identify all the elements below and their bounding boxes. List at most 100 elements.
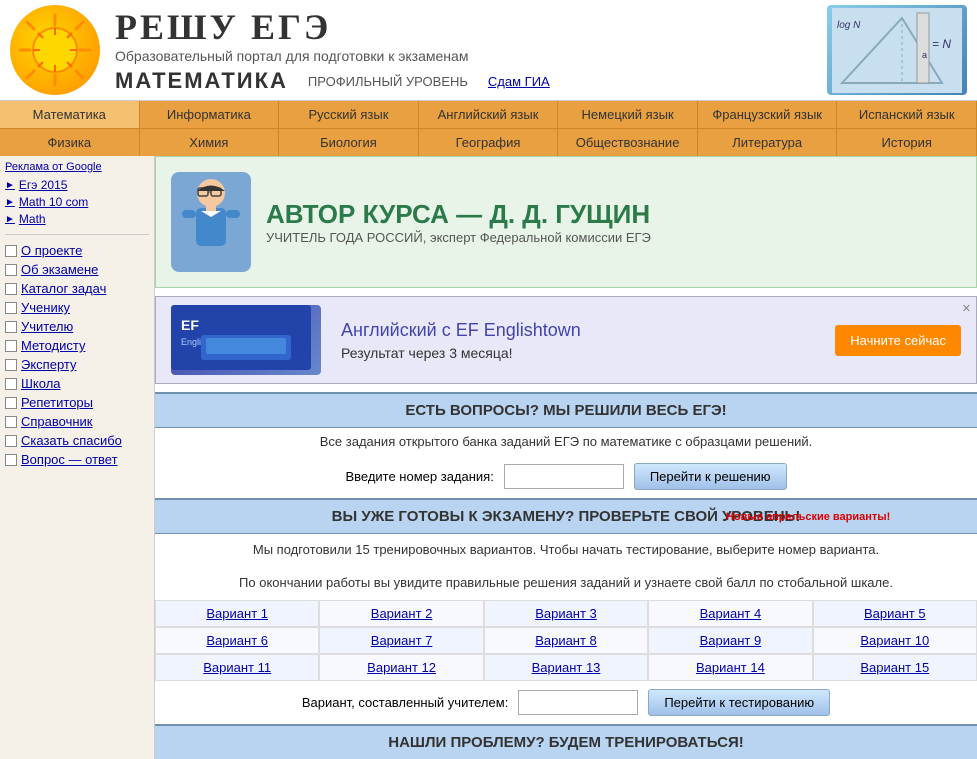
variant-1[interactable]: Вариант 1 [155, 600, 319, 627]
sidebar-link-tutors[interactable]: Репетиторы [5, 395, 149, 410]
variant-12[interactable]: Вариант 12 [319, 654, 483, 681]
sidebar-divider-1 [5, 234, 149, 235]
ef-close-button[interactable]: ✕ [962, 302, 971, 315]
nav-row-1: Математика Информатика Русский язык Англ… [0, 101, 977, 128]
ad-google-label[interactable]: Реклама от Google [5, 161, 149, 173]
header-text: РЕШУ ЕГЭ Образовательный портал для подг… [115, 6, 827, 94]
variant-6[interactable]: Вариант 6 [155, 627, 319, 654]
checkbox-catalog[interactable] [5, 283, 17, 295]
checkbox-tutors[interactable] [5, 397, 17, 409]
site-subtitle: Образовательный портал для подготовки к … [115, 48, 827, 64]
checkbox-thanks[interactable] [5, 435, 17, 447]
variant-5[interactable]: Вариант 5 [813, 600, 977, 627]
checkbox-about[interactable] [5, 245, 17, 257]
new-badge: Новые апрельские варианты! [726, 511, 890, 523]
ef-subtitle: Результат через 3 месяца! [341, 345, 835, 361]
checkbox-student[interactable] [5, 302, 17, 314]
nav-french[interactable]: Французский язык [698, 101, 838, 128]
nav-biology[interactable]: Биология [279, 129, 419, 156]
sidebar-ad-math10[interactable]: Math 10 com [5, 195, 149, 209]
section1-header: ЕСТЬ ВОПРОСЫ? МЫ РЕШИЛИ ВЕСЬ ЕГЭ! [155, 392, 977, 428]
variants-desc1: Мы подготовили 15 тренировочных варианто… [155, 534, 977, 567]
ef-title: Английский с EF Englishtown [341, 320, 835, 341]
variant-3[interactable]: Вариант 3 [484, 600, 648, 627]
checkbox-qa[interactable] [5, 454, 17, 466]
checkbox-reference[interactable] [5, 416, 17, 428]
nav-informatika[interactable]: Информатика [140, 101, 280, 128]
sidebar: Реклама от Google Егэ 2015 Math 10 com M… [0, 156, 155, 759]
sidebar-link-methodist[interactable]: Методисту [5, 338, 149, 353]
variant-10[interactable]: Вариант 10 [813, 627, 977, 654]
nav-physics[interactable]: Физика [0, 129, 140, 156]
nav-russian[interactable]: Русский язык [279, 101, 419, 128]
sidebar-link-school[interactable]: Школа [5, 376, 149, 391]
nav-german[interactable]: Немецкий язык [558, 101, 698, 128]
variant-15[interactable]: Вариант 15 [813, 654, 977, 681]
variant-8[interactable]: Вариант 8 [484, 627, 648, 654]
svg-text:EF: EF [181, 317, 199, 333]
nav-history[interactable]: История [837, 129, 977, 156]
ef-text: Английский с EF Englishtown Результат че… [341, 320, 835, 361]
go-to-solution-button[interactable]: Перейти к решению [634, 463, 787, 490]
checkbox-methodist[interactable] [5, 340, 17, 352]
teacher-variant-input[interactable] [518, 690, 638, 715]
sidebar-ad-math[interactable]: Math [5, 212, 149, 226]
task-number-input[interactable] [504, 464, 624, 489]
nav-chemistry[interactable]: Химия [140, 129, 280, 156]
author-banner: АВТОР КУРСА — Д. Д. ГУЩИН УЧИТЕЛЬ ГОДА Р… [155, 156, 977, 288]
sidebar-link-student[interactable]: Ученику [5, 300, 149, 315]
sidebar-link-catalog[interactable]: Каталог задач [5, 281, 149, 296]
author-title: АВТОР КУРСА — Д. Д. ГУЩИН [266, 199, 961, 230]
author-avatar-icon [176, 175, 246, 270]
nav-spanish[interactable]: Испанский язык [837, 101, 977, 128]
ef-banner: EF English Английский с EF Englishtown Р… [155, 296, 977, 384]
sidebar-link-expert[interactable]: Эксперту [5, 357, 149, 372]
variant-11[interactable]: Вариант 11 [155, 654, 319, 681]
variant-9[interactable]: Вариант 9 [648, 627, 812, 654]
sidebar-link-about[interactable]: О проекте [5, 243, 149, 258]
sidebar-link-thanks[interactable]: Сказать спасибо [5, 433, 149, 448]
ef-image: EF English [171, 305, 321, 375]
variant-2[interactable]: Вариант 2 [319, 600, 483, 627]
sun-icon [15, 10, 95, 90]
ef-logo-icon: EF English [171, 305, 311, 370]
variant-14[interactable]: Вариант 14 [648, 654, 812, 681]
sidebar-link-exam[interactable]: Об экзамене [5, 262, 149, 277]
checkbox-exam[interactable] [5, 264, 17, 276]
variant-7[interactable]: Вариант 7 [319, 627, 483, 654]
section3-header: НАШЛИ ПРОБЛЕМУ? БУДЕМ ТРЕНИРОВАТЬСЯ! [155, 724, 977, 759]
math-decoration-icon: log N a = N [832, 8, 962, 93]
author-text: АВТОР КУРСА — Д. Д. ГУЩИН УЧИТЕЛЬ ГОДА Р… [266, 199, 961, 245]
author-figure [171, 172, 251, 272]
sidebar-link-qa[interactable]: Вопрос — ответ [5, 452, 149, 467]
site-title: РЕШУ ЕГЭ [115, 6, 827, 48]
svg-text:log N: log N [837, 20, 861, 31]
sidebar-link-reference[interactable]: Справочник [5, 414, 149, 429]
sidebar-ad-ege2015[interactable]: Егэ 2015 [5, 178, 149, 192]
logo [10, 5, 100, 95]
author-subtitle: УЧИТЕЛЬ ГОДА РОССИЙ, эксперт Федеральной… [266, 230, 961, 245]
teacher-variant-label: Вариант, составленный учителем: [302, 695, 508, 710]
task-number-label: Введите номер задания: [345, 469, 493, 484]
svg-text:= N: = N [932, 37, 951, 51]
checkbox-school[interactable] [5, 378, 17, 390]
nav-matematika[interactable]: Математика [0, 101, 140, 128]
variant-4[interactable]: Вариант 4 [648, 600, 812, 627]
subject-level: ПРОФИЛЬНЫЙ УРОВЕНЬ [308, 74, 468, 89]
nav-english[interactable]: Английский язык [419, 101, 559, 128]
nav-geography[interactable]: География [419, 129, 559, 156]
variants-grid: Вариант 1 Вариант 2 Вариант 3 Вариант 4 … [155, 600, 977, 681]
header: РЕШУ ЕГЭ Образовательный портал для подг… [0, 0, 977, 101]
checkbox-expert[interactable] [5, 359, 17, 371]
variant-13[interactable]: Вариант 13 [484, 654, 648, 681]
section1-text: Все задания открытого банка заданий ЕГЭ … [155, 428, 977, 455]
teacher-go-button[interactable]: Перейти к тестированию [648, 689, 830, 716]
sidebar-link-teacher[interactable]: Учителю [5, 319, 149, 334]
subject-name: МАТЕМАТИКА [115, 68, 288, 94]
checkbox-teacher[interactable] [5, 321, 17, 333]
nav-social[interactable]: Обществознание [558, 129, 698, 156]
nav-literature[interactable]: Литература [698, 129, 838, 156]
gia-link[interactable]: Сдам ГИА [488, 74, 550, 89]
content-area: АВТОР КУРСА — Д. Д. ГУЩИН УЧИТЕЛЬ ГОДА Р… [155, 156, 977, 759]
ef-start-button[interactable]: Начните сейчас [835, 325, 961, 356]
